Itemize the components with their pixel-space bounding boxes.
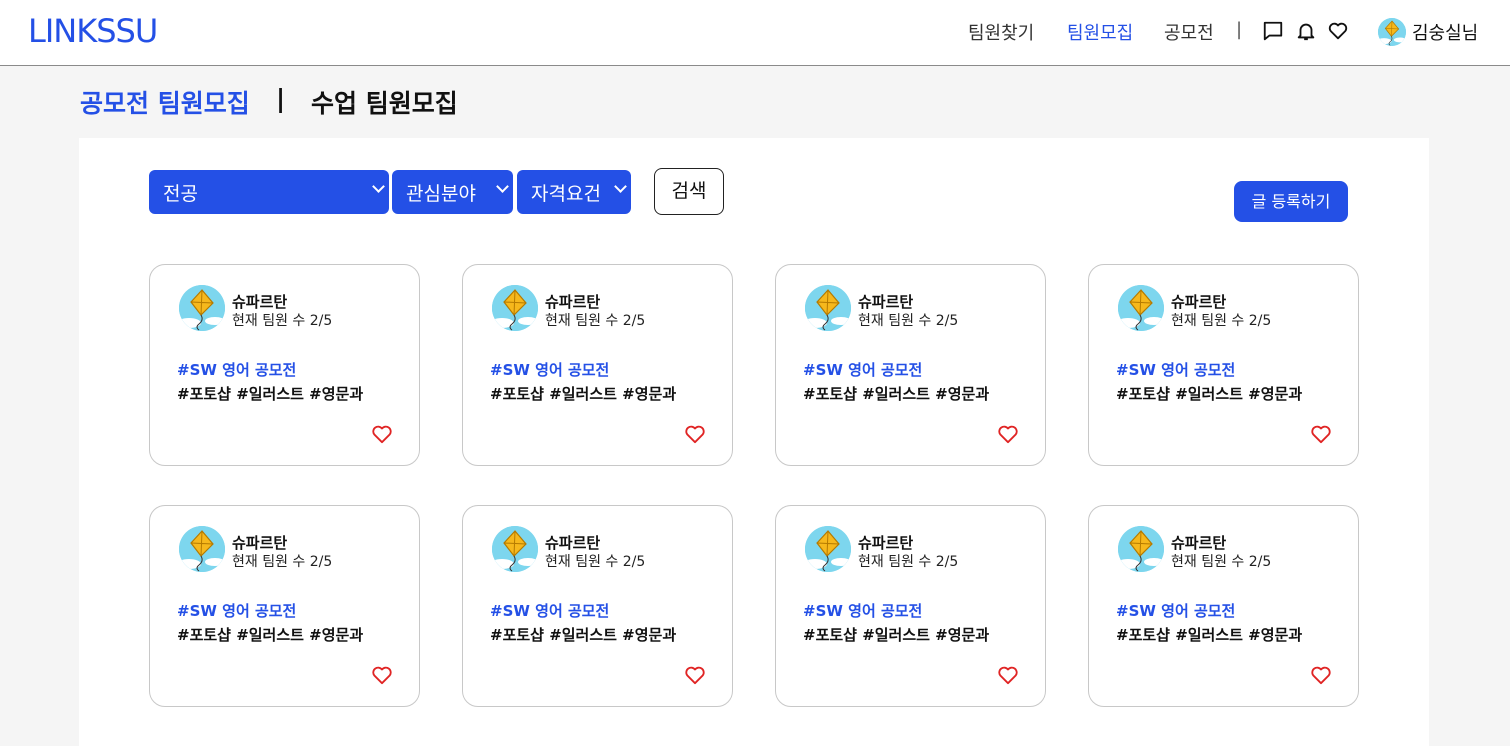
recruit-card[interactable]: 슈파르탄 현재 팀원 수 2/5 #SW 영어 공모전 #포토샵 #일러스트 #… (775, 505, 1046, 707)
like-heart-icon[interactable] (684, 424, 706, 444)
logo[interactable]: LINKSSU (28, 12, 158, 50)
skill-tags: #포토샵 #일러스트 #영문과 (490, 626, 677, 644)
contest-topic: #SW 영어 공모전 (177, 361, 297, 379)
team-name: 슈파르탄 (858, 293, 914, 311)
tab-class-recruit[interactable]: 수업 팀원모집 (311, 84, 458, 120)
interest-select-label: 관심분야 (406, 183, 476, 205)
kite-icon (1118, 526, 1164, 572)
member-count: 현재 팀원 수 2/5 (545, 554, 646, 570)
skill-tags: #포토샵 #일러스트 #영문과 (803, 626, 990, 644)
recruit-card[interactable]: 슈파르탄 현재 팀원 수 2/5 #SW 영어 공모전 #포토샵 #일러스트 #… (462, 264, 733, 466)
write-post-button[interactable]: 글 등록하기 (1234, 181, 1348, 222)
tab-separator: | (276, 84, 286, 113)
tab-contest-recruit[interactable]: 공모전 팀원모집 (80, 84, 250, 120)
like-heart-icon[interactable] (1310, 665, 1332, 685)
like-heart-icon[interactable] (997, 424, 1019, 444)
contest-topic: #SW 영어 공모전 (490, 602, 610, 620)
interest-select[interactable]: 관심분야 (392, 170, 513, 214)
qualification-select[interactable]: 자격요건 (517, 170, 631, 214)
like-heart-icon[interactable] (1310, 424, 1332, 444)
team-name: 슈파르탄 (545, 293, 601, 311)
team-name: 슈파르탄 (545, 534, 601, 552)
username[interactable]: 김숭실님 (1412, 19, 1478, 45)
top-header: LINKSSU 팀원찾기 팀원모집 공모전 | 김숭실님 (0, 0, 1510, 66)
contest-topic: #SW 영어 공모전 (1116, 602, 1236, 620)
search-button[interactable]: 검색 (654, 168, 724, 215)
team-avatar (492, 526, 538, 572)
recruit-card[interactable]: 슈파르탄 현재 팀원 수 2/5 #SW 영어 공모전 #포토샵 #일러스트 #… (462, 505, 733, 707)
contest-topic: #SW 영어 공모전 (803, 602, 923, 620)
like-heart-icon[interactable] (371, 665, 393, 685)
skill-tags: #포토샵 #일러스트 #영문과 (490, 385, 677, 403)
recruit-card[interactable]: 슈파르탄 현재 팀원 수 2/5 #SW 영어 공모전 #포토샵 #일러스트 #… (775, 264, 1046, 466)
member-count: 현재 팀원 수 2/5 (545, 313, 646, 329)
kite-icon (179, 285, 225, 331)
user-avatar[interactable] (1378, 18, 1406, 46)
like-heart-icon[interactable] (371, 424, 393, 444)
contest-topic: #SW 영어 공모전 (1116, 361, 1236, 379)
recruit-card[interactable]: 슈파르탄 현재 팀원 수 2/5 #SW 영어 공모전 #포토샵 #일러스트 #… (1088, 264, 1359, 466)
chevron-down-icon (496, 180, 509, 193)
member-count: 현재 팀원 수 2/5 (232, 554, 333, 570)
team-avatar (492, 285, 538, 331)
contest-topic: #SW 영어 공모전 (177, 602, 297, 620)
team-name: 슈파르탄 (1171, 293, 1227, 311)
like-heart-icon[interactable] (684, 665, 706, 685)
team-avatar (1118, 285, 1164, 331)
member-count: 현재 팀원 수 2/5 (1171, 313, 1272, 329)
contest-topic: #SW 영어 공모전 (490, 361, 610, 379)
chevron-down-icon (614, 180, 627, 193)
nav-find-members[interactable]: 팀원찾기 (968, 19, 1034, 45)
kite-icon (492, 526, 538, 572)
major-select-label: 전공 (163, 183, 198, 205)
kite-icon (492, 285, 538, 331)
chevron-down-icon (372, 180, 385, 193)
qualification-select-label: 자격요건 (531, 183, 601, 205)
contest-topic: #SW 영어 공모전 (803, 361, 923, 379)
member-count: 현재 팀원 수 2/5 (858, 554, 959, 570)
nav-separator: | (1236, 19, 1243, 40)
recruit-card[interactable]: 슈파르탄 현재 팀원 수 2/5 #SW 영어 공모전 #포토샵 #일러스트 #… (149, 505, 420, 707)
like-heart-icon[interactable] (997, 665, 1019, 685)
team-name: 슈파르탄 (1171, 534, 1227, 552)
team-avatar (179, 285, 225, 331)
nav-recruit-members[interactable]: 팀원모집 (1067, 19, 1133, 45)
skill-tags: #포토샵 #일러스트 #영문과 (1116, 385, 1303, 403)
skill-tags: #포토샵 #일러스트 #영문과 (1116, 626, 1303, 644)
major-select[interactable]: 전공 (149, 170, 389, 214)
kite-icon (805, 526, 851, 572)
kite-icon (805, 285, 851, 331)
member-count: 현재 팀원 수 2/5 (858, 313, 959, 329)
chat-icon[interactable] (1262, 20, 1284, 42)
bell-icon[interactable] (1295, 20, 1317, 42)
recruit-card[interactable]: 슈파르탄 현재 팀원 수 2/5 #SW 영어 공모전 #포토샵 #일러스트 #… (149, 264, 420, 466)
recruit-card[interactable]: 슈파르탄 현재 팀원 수 2/5 #SW 영어 공모전 #포토샵 #일러스트 #… (1088, 505, 1359, 707)
member-count: 현재 팀원 수 2/5 (1171, 554, 1272, 570)
team-avatar (1118, 526, 1164, 572)
member-count: 현재 팀원 수 2/5 (232, 313, 333, 329)
team-name: 슈파르탄 (232, 293, 288, 311)
team-avatar (805, 285, 851, 331)
team-avatar (805, 526, 851, 572)
skill-tags: #포토샵 #일러스트 #영문과 (177, 626, 364, 644)
kite-icon (179, 526, 225, 572)
nav-contest[interactable]: 공모전 (1164, 19, 1214, 45)
team-name: 슈파르탄 (858, 534, 914, 552)
skill-tags: #포토샵 #일러스트 #영문과 (177, 385, 364, 403)
heart-icon[interactable] (1327, 20, 1349, 42)
kite-icon (1378, 18, 1406, 46)
team-name: 슈파르탄 (232, 534, 288, 552)
kite-icon (1118, 285, 1164, 331)
skill-tags: #포토샵 #일러스트 #영문과 (803, 385, 990, 403)
team-avatar (179, 526, 225, 572)
